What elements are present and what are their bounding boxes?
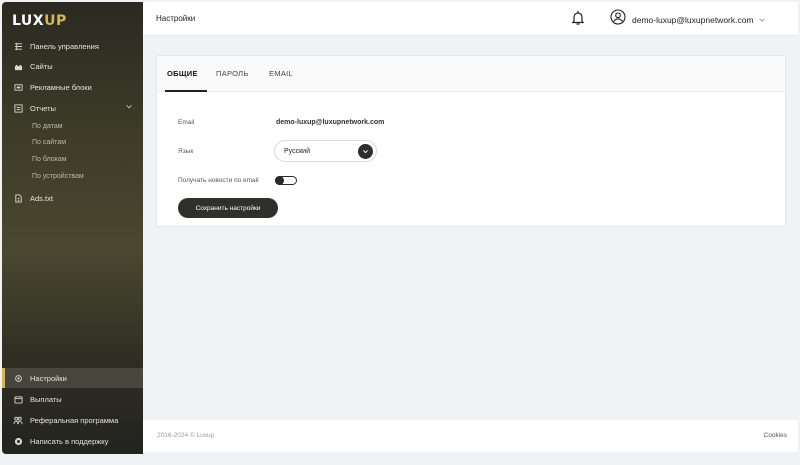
footer: 2016-2024 © Luxup Cookies bbox=[143, 420, 798, 452]
email-value: demo-luxup@luxupnetwork.com bbox=[276, 119, 385, 126]
sidebar-item-label: Написать в поддержку bbox=[30, 436, 109, 446]
sites-icon bbox=[13, 61, 23, 71]
sidebar-item-label: Ads.txt bbox=[30, 193, 53, 203]
chevron-down-icon bbox=[358, 144, 373, 159]
user-avatar-icon bbox=[610, 9, 626, 30]
email-label: Email bbox=[178, 119, 195, 126]
news-toggle[interactable] bbox=[275, 176, 297, 185]
ad-block-icon bbox=[13, 82, 23, 92]
sidebar-subitem-by-date[interactable]: По датам bbox=[32, 123, 63, 130]
settings-tabs: ОБЩИЕ ПАРОЛЬ EMAIL bbox=[157, 56, 785, 92]
toggle-knob bbox=[275, 176, 284, 185]
sidebar-item-payouts[interactable]: Выплаты bbox=[2, 389, 143, 409]
language-select[interactable]: Русский bbox=[274, 140, 377, 162]
chevron-down-icon bbox=[125, 103, 133, 113]
sidebar-subitem-by-block[interactable]: По блокам bbox=[32, 156, 67, 163]
chevron-down-icon bbox=[758, 11, 766, 29]
page-title: Настройки bbox=[156, 14, 196, 23]
sidebar-item-label: Отчеты bbox=[30, 103, 56, 113]
wallet-icon bbox=[13, 394, 23, 404]
sidebar-subitem-by-site[interactable]: По сайтам bbox=[32, 139, 66, 146]
support-icon bbox=[13, 436, 23, 446]
sidebar-item-ad-blocks[interactable]: Рекламные блоки bbox=[2, 77, 143, 97]
bell-icon[interactable] bbox=[571, 10, 585, 31]
active-tab-indicator bbox=[165, 90, 207, 92]
sidebar-item-support[interactable]: Написать в поддержку bbox=[2, 431, 143, 451]
sidebar-item-label: Реферальная программа bbox=[30, 415, 119, 425]
sidebar-item-ads-txt[interactable]: Ads.txt bbox=[2, 188, 143, 208]
sidebar-item-dashboard[interactable]: Панель управления bbox=[2, 36, 143, 56]
sidebar-item-label: Настройки bbox=[30, 373, 67, 383]
sidebar-item-label: Выплаты bbox=[30, 394, 62, 404]
sidebar-item-reports[interactable]: Отчеты bbox=[2, 98, 143, 118]
save-settings-button[interactable]: Сохранить настройки bbox=[178, 198, 278, 218]
cookies-link[interactable]: Cookies bbox=[764, 432, 787, 439]
sidebar-item-label: Сайты bbox=[30, 61, 53, 71]
gear-icon bbox=[13, 373, 23, 383]
sidebar-item-settings[interactable]: Настройки bbox=[2, 368, 143, 388]
luxup-logo[interactable]: LUXUP bbox=[12, 13, 67, 29]
tab-password[interactable]: ПАРОЛЬ bbox=[216, 69, 249, 78]
copyright: 2016-2024 © Luxup bbox=[157, 432, 215, 439]
news-label: Получать новости по email bbox=[178, 177, 259, 184]
tab-email[interactable]: EMAIL bbox=[269, 69, 293, 78]
user-menu[interactable]: demo-luxup@luxupnetwork.com bbox=[610, 9, 766, 30]
sidebar-item-referral[interactable]: Реферальная программа bbox=[2, 410, 143, 430]
sidebar-item-sites[interactable]: Сайты bbox=[2, 56, 143, 76]
language-label: Язык bbox=[178, 148, 194, 155]
tab-general[interactable]: ОБЩИЕ bbox=[167, 69, 198, 78]
sidebar: LUXUP Панель управления Сайты Рекламные … bbox=[2, 2, 143, 454]
file-icon bbox=[13, 193, 23, 203]
sidebar-item-label: Панель управления bbox=[30, 41, 99, 51]
sidebar-subitem-by-device[interactable]: По устройствам bbox=[32, 173, 84, 180]
user-email: demo-luxup@luxupnetwork.com bbox=[632, 14, 754, 25]
settings-card: ОБЩИЕ ПАРОЛЬ EMAIL Email demo-luxup@luxu… bbox=[156, 55, 786, 227]
dashboard-icon bbox=[13, 41, 23, 51]
top-header: Настройки demo-luxup@luxupnetwork.com bbox=[143, 2, 798, 36]
sidebar-item-label: Рекламные блоки bbox=[30, 82, 92, 92]
referral-icon bbox=[13, 415, 23, 425]
language-select-value: Русский bbox=[284, 148, 310, 155]
report-icon bbox=[13, 103, 23, 113]
